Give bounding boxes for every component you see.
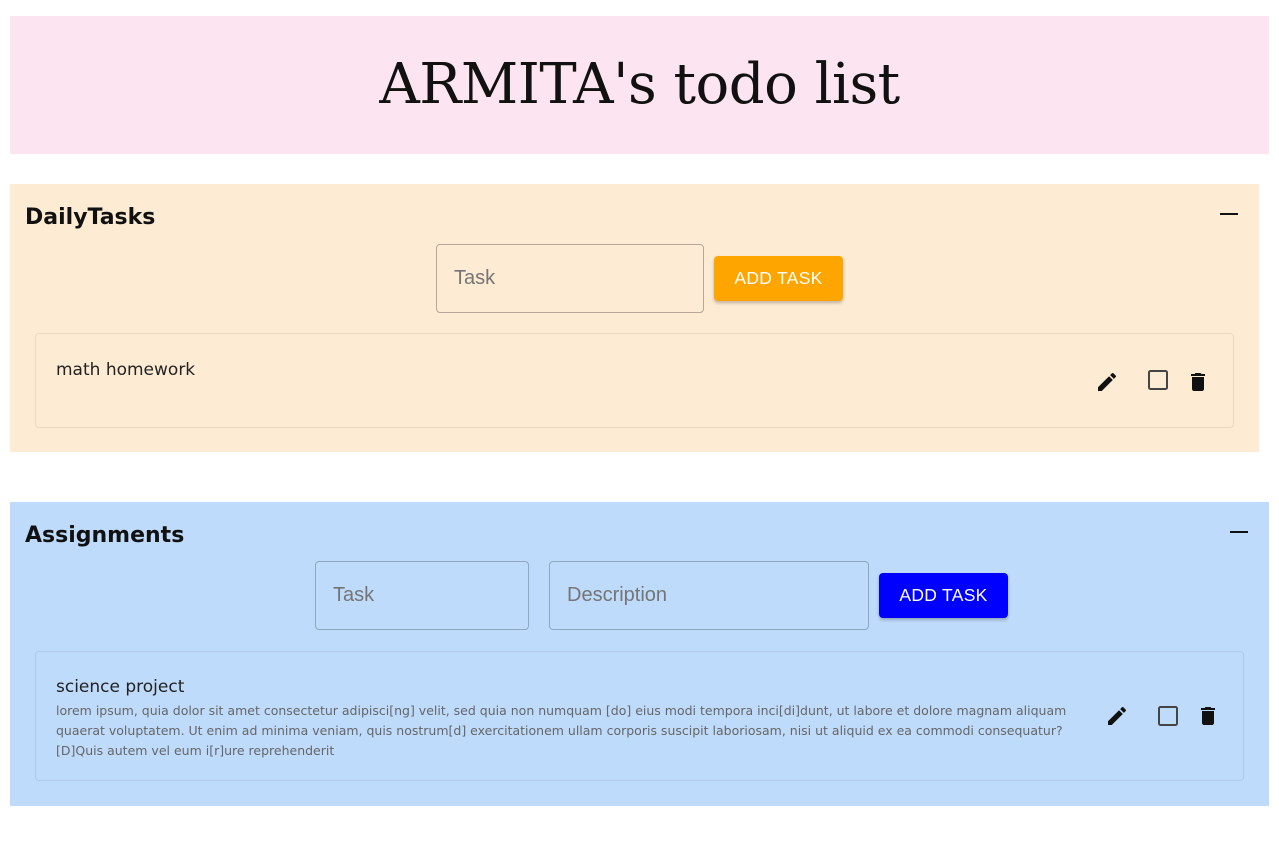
assignments-collapse-minus-icon[interactable] — [1228, 521, 1250, 543]
complete-checkbox-icon[interactable] — [1155, 703, 1181, 729]
daily-tasks-title: DailyTasks — [25, 205, 156, 230]
daily-tasks-section: DailyTasks ADD TASK math homework — [10, 184, 1259, 452]
assignments-add-task-button[interactable]: ADD TASK — [879, 573, 1008, 618]
delete-trash-icon[interactable] — [1195, 703, 1221, 729]
task-title: science project — [56, 677, 185, 697]
page-header: ARMITA's todo list — [10, 16, 1269, 154]
daily-task-card: math homework — [35, 333, 1234, 428]
daily-add-task-button[interactable]: ADD TASK — [714, 256, 843, 301]
delete-trash-icon[interactable] — [1185, 369, 1211, 395]
assignments-section: Assignments ADD TASK science project lor… — [10, 502, 1269, 806]
assignments-description-input[interactable] — [549, 561, 869, 630]
page-title: ARMITA's todo list — [379, 52, 900, 117]
assignments-task-card: science project lorem ipsum, quia dolor … — [35, 651, 1244, 781]
edit-pencil-icon[interactable] — [1104, 703, 1130, 729]
assignments-task-input[interactable] — [315, 561, 529, 630]
task-title: math homework — [56, 360, 196, 380]
daily-collapse-minus-icon[interactable] — [1218, 203, 1240, 225]
task-description: lorem ipsum, quia dolor sit amet consect… — [56, 703, 1067, 758]
assignments-title: Assignments — [25, 523, 185, 548]
daily-task-input[interactable] — [436, 244, 704, 313]
edit-pencil-icon[interactable] — [1094, 369, 1120, 395]
complete-checkbox-icon[interactable] — [1145, 367, 1171, 393]
